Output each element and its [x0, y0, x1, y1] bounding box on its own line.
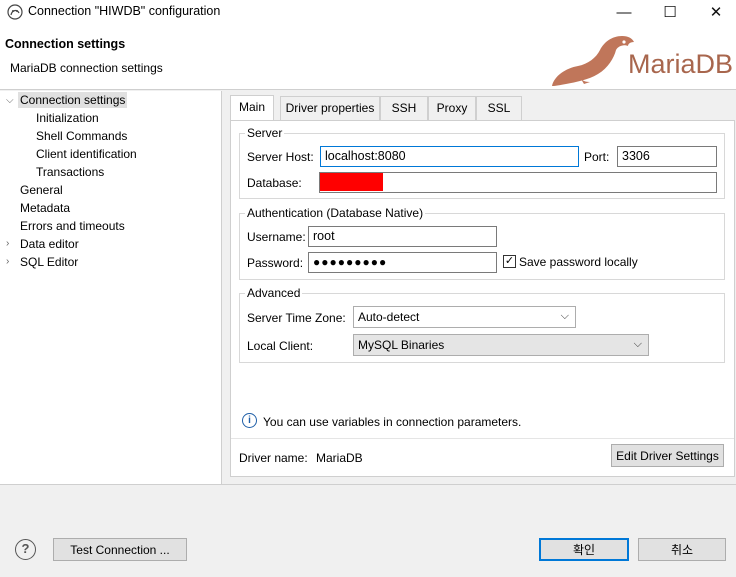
tree-item-client-identification[interactable]: Client identification: [36, 147, 137, 161]
cancel-button[interactable]: 취소: [638, 538, 726, 561]
port-label: Port:: [584, 150, 610, 164]
chevron-down-icon: ⌵: [560, 310, 569, 322]
server-host-input[interactable]: localhost:8080: [320, 146, 579, 167]
maximize-icon: ☐: [663, 4, 677, 21]
save-password-label: Save password locally: [519, 255, 638, 269]
database-label: Database:: [247, 176, 302, 190]
info-icon: i: [242, 413, 257, 428]
local-client-select[interactable]: MySQL Binaries ⌵: [353, 334, 649, 356]
edit-driver-settings-button[interactable]: Edit Driver Settings: [611, 444, 724, 467]
server-group-legend: Server: [245, 126, 285, 140]
variables-info-text: You can use variables in connection para…: [263, 415, 522, 429]
chevron-down-icon[interactable]: ⌵: [6, 95, 14, 106]
advanced-group-legend: Advanced: [245, 286, 303, 300]
tree-item-general[interactable]: General: [20, 183, 63, 197]
tree-item-sql-editor[interactable]: SQL Editor: [20, 255, 78, 269]
test-connection-button[interactable]: Test Connection ...: [53, 538, 187, 561]
tab-proxy[interactable]: Proxy: [428, 96, 476, 120]
authentication-group-legend: Authentication (Database Native): [245, 206, 426, 220]
tree-item-errors-and-timeouts[interactable]: Errors and timeouts: [20, 219, 125, 233]
checkmark-icon: ✓: [504, 255, 515, 267]
driver-name-label: Driver name:: [239, 451, 308, 465]
logo-text: MariaDB: [628, 49, 733, 79]
title-bar: Connection "HIWDB" configuration — ☐ ✕: [0, 0, 736, 24]
close-button[interactable]: ✕: [693, 0, 736, 24]
page-subtitle: MariaDB connection settings: [10, 61, 163, 75]
dialog-footer: [0, 484, 736, 577]
help-icon[interactable]: ?: [15, 539, 36, 560]
chevron-right-icon[interactable]: ›: [6, 238, 9, 249]
tree-item-metadata[interactable]: Metadata: [20, 201, 70, 215]
chevron-right-icon[interactable]: ›: [6, 256, 9, 267]
minimize-button[interactable]: —: [601, 0, 647, 24]
tab-ssh[interactable]: SSH: [380, 96, 428, 120]
close-icon: ✕: [709, 4, 723, 21]
driver-name-value: MariaDB: [316, 451, 363, 465]
local-client-label: Local Client:: [247, 339, 314, 353]
chevron-down-icon: ⌵: [633, 338, 642, 350]
server-host-label: Server Host:: [247, 150, 314, 164]
minimize-icon: —: [616, 3, 632, 21]
password-input[interactable]: ●●●●●●●●●: [308, 252, 497, 273]
tree-item-connection-settings[interactable]: Connection settings: [18, 92, 128, 108]
username-input[interactable]: root: [308, 226, 497, 247]
server-time-zone-label: Server Time Zone:: [247, 311, 346, 325]
tab-ssl[interactable]: SSL: [476, 96, 522, 120]
tab-main[interactable]: Main: [230, 95, 274, 121]
mariadb-logo: MariaDB: [552, 36, 733, 86]
tree-item-data-editor[interactable]: Data editor: [20, 237, 79, 251]
redacted-block: [320, 173, 383, 191]
username-label: Username:: [247, 230, 306, 244]
server-time-zone-select[interactable]: Auto-detect ⌵: [353, 306, 576, 328]
page-title: Connection settings: [5, 37, 126, 51]
tree-item-transactions[interactable]: Transactions: [36, 165, 104, 179]
password-label: Password:: [247, 256, 304, 270]
settings-tree: ⌵ Connection settings Initialization She…: [0, 91, 222, 484]
maximize-button[interactable]: ☐: [647, 0, 693, 24]
tree-item-shell-commands[interactable]: Shell Commands: [36, 129, 127, 143]
divider: [231, 438, 734, 439]
tree-item-initialization[interactable]: Initialization: [36, 111, 99, 125]
dialog-header: Connection settings MariaDB connection s…: [0, 24, 736, 90]
window-title: Connection "HIWDB" configuration: [28, 4, 221, 18]
ok-button[interactable]: 확인: [539, 538, 629, 561]
dbeaver-app-icon: [7, 4, 23, 20]
tab-driver-properties[interactable]: Driver properties: [280, 96, 380, 120]
save-password-checkbox[interactable]: ✓: [503, 255, 516, 268]
port-input[interactable]: 3306: [617, 146, 717, 167]
